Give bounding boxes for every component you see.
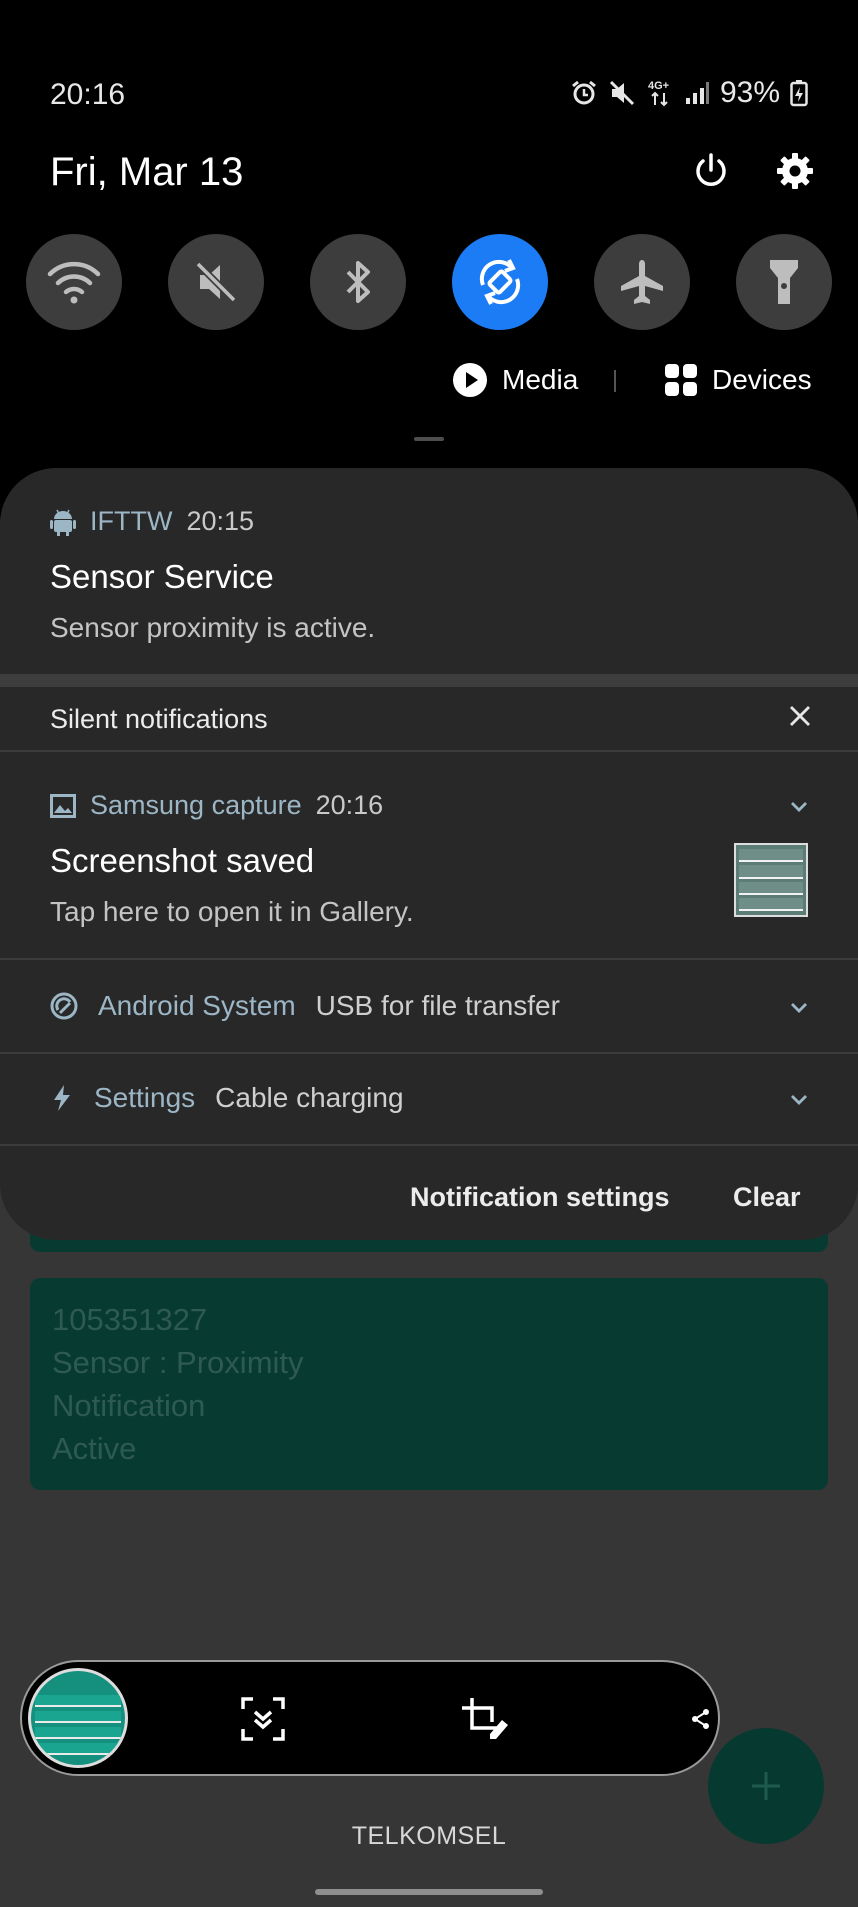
media-label: Media	[502, 364, 579, 395]
sound-toggle[interactable]	[168, 234, 264, 330]
settings-expand-button[interactable]	[786, 1090, 812, 1110]
android-icon	[50, 509, 76, 536]
scroll-capture-button[interactable]	[236, 1692, 290, 1746]
screenshot-preview-thumbnail[interactable]	[28, 1668, 128, 1768]
battery-charging-icon	[790, 80, 808, 107]
gear-icon	[777, 153, 813, 189]
power-icon	[696, 153, 726, 186]
home-indicator[interactable]	[315, 1889, 543, 1895]
date-label: Fri, Mar 13	[50, 150, 244, 194]
divider	[0, 1052, 858, 1054]
card-line-status: Active	[52, 1431, 137, 1466]
play-icon	[453, 363, 487, 397]
crop-edit-icon	[462, 1698, 508, 1739]
network-4g-icon: 4G+	[648, 80, 669, 107]
card-line-id: 105351327	[52, 1302, 208, 1337]
dismiss-silent-button[interactable]	[784, 700, 816, 732]
ifttw-time: 20:15	[186, 506, 255, 536]
android-system-notification[interactable]: Android System USB for file transfer	[50, 990, 560, 1022]
section-divider	[0, 674, 858, 687]
devices-icon	[665, 364, 697, 396]
screenshot-thumbnail[interactable]	[734, 843, 808, 917]
capture-time: 20:16	[315, 790, 384, 820]
android-system-app-name: Android System	[98, 990, 296, 1021]
carrier-label: TELKOMSEL	[351, 1822, 507, 1850]
share-button[interactable]	[686, 1692, 716, 1746]
settings-app-name: Settings	[94, 1082, 196, 1113]
media-button[interactable]: Media	[452, 360, 578, 400]
airplane-mode-toggle[interactable]	[594, 234, 690, 330]
status-icons: 4G+ 93%	[570, 76, 808, 110]
clear-button[interactable]: Clear	[733, 1182, 801, 1213]
settings-notification[interactable]: Settings Cable charging	[50, 1082, 404, 1114]
ifttw-body[interactable]: Sensor proximity is active.	[50, 612, 375, 644]
capture-title[interactable]: Screenshot saved	[50, 842, 314, 880]
capture-body[interactable]: Tap here to open it in Gallery.	[50, 896, 414, 928]
card-line-type: Notification	[52, 1388, 206, 1423]
wifi-icon	[47, 261, 101, 304]
settings-message: Cable charging	[215, 1082, 404, 1113]
mute-icon	[195, 261, 237, 303]
ifttw-title[interactable]: Sensor Service	[50, 558, 274, 596]
silent-notifications-title: Silent notifications	[50, 704, 268, 734]
wifi-toggle[interactable]	[26, 234, 122, 330]
card-line-sensor: Sensor : Proximity	[52, 1345, 304, 1380]
scroll-capture-icon	[241, 1697, 285, 1741]
shade-drag-handle[interactable]	[414, 437, 444, 441]
auto-rotate-icon	[479, 259, 521, 305]
plus-icon	[752, 1772, 780, 1800]
sensor-info-card: 105351327 Sensor : Proximity Notificatio…	[30, 1278, 828, 1490]
capture-expand-button[interactable]	[786, 797, 812, 817]
quick-settings-row	[26, 234, 832, 330]
bluetooth-icon	[346, 261, 370, 303]
alarm-icon	[572, 80, 596, 105]
ifttw-app-name: IFTTW	[90, 506, 173, 536]
devices-label: Devices	[712, 364, 812, 395]
image-icon	[50, 793, 76, 818]
chevron-down-icon	[791, 802, 807, 812]
auto-rotate-toggle[interactable]	[452, 234, 548, 330]
power-button[interactable]	[688, 148, 734, 194]
chevron-down-icon	[791, 1003, 807, 1013]
settings-button[interactable]	[772, 148, 818, 194]
chevron-down-icon	[791, 1095, 807, 1105]
share-icon	[692, 1709, 709, 1729]
battery-percent: 93%	[719, 76, 780, 109]
mute-icon	[609, 80, 635, 106]
capture-notification-header: Samsung capture 20:16	[50, 790, 383, 821]
divider	[0, 1144, 858, 1146]
status-time: 20:16	[50, 78, 126, 111]
airplane-icon	[621, 260, 663, 304]
media-devices-separator	[614, 370, 616, 392]
lightning-icon	[54, 1085, 70, 1111]
signal-icon	[685, 82, 709, 104]
svg-text:4G+: 4G+	[648, 80, 669, 92]
flashlight-toggle[interactable]	[736, 234, 832, 330]
notification-settings-button[interactable]: Notification settings	[410, 1182, 670, 1213]
android-system-expand-button[interactable]	[786, 998, 812, 1018]
divider	[0, 750, 858, 752]
screenshot-toolbar	[20, 1660, 720, 1776]
crop-edit-button[interactable]	[458, 1692, 512, 1746]
divider	[0, 958, 858, 960]
devices-button[interactable]: Devices	[664, 360, 812, 400]
android-system-icon	[50, 992, 78, 1020]
flashlight-icon	[770, 260, 798, 304]
ifttw-notification-header: IFTTW 20:15	[50, 506, 254, 537]
bluetooth-toggle[interactable]	[310, 234, 406, 330]
close-icon	[790, 706, 810, 726]
android-system-message: USB for file transfer	[315, 990, 560, 1021]
capture-app-name: Samsung capture	[90, 790, 302, 820]
